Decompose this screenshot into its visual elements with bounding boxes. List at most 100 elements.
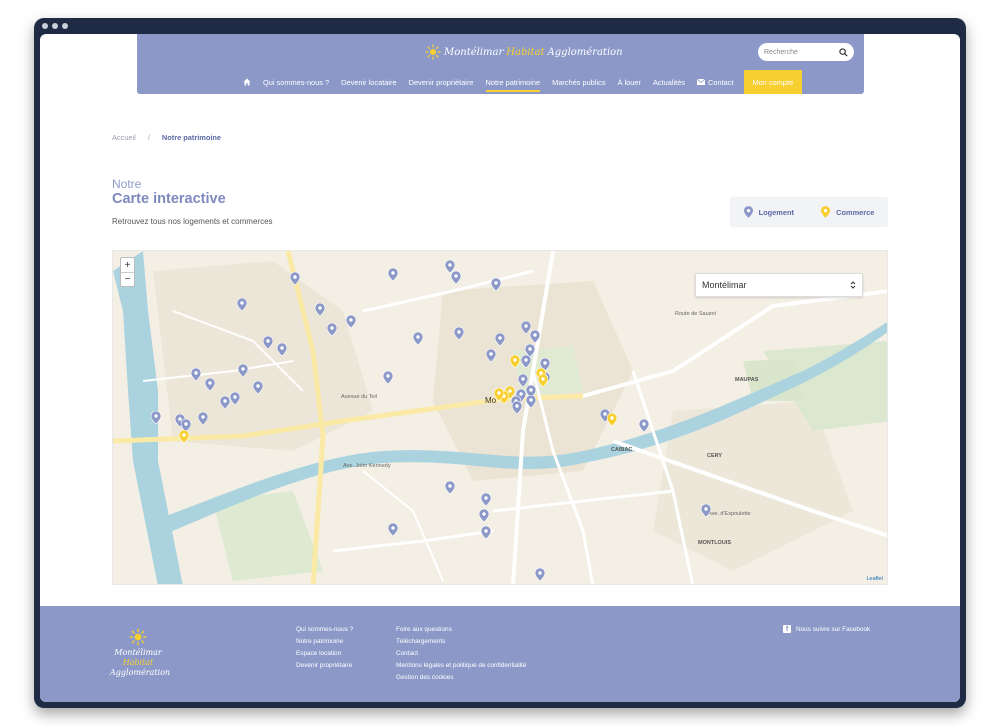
zoom-control: + −: [120, 257, 135, 287]
logement-marker[interactable]: [205, 378, 215, 391]
nav-a-louer[interactable]: À louer: [612, 70, 647, 94]
page-subtitle: Retrouvez tous nos logements et commerce…: [112, 217, 273, 226]
logement-marker[interactable]: [315, 303, 325, 316]
logement-marker[interactable]: [277, 343, 287, 356]
commerce-marker[interactable]: [494, 388, 504, 401]
logement-marker[interactable]: [701, 504, 711, 517]
footer-link-devenir-proprietaire[interactable]: Devenir propriétaire: [296, 662, 353, 670]
logement-marker[interactable]: [495, 333, 505, 346]
logement-marker[interactable]: [486, 349, 496, 362]
facebook-icon: f: [783, 625, 791, 633]
leaflet-attribution[interactable]: Leaflet: [866, 576, 883, 582]
logement-marker[interactable]: [481, 526, 491, 539]
footer-link-faq[interactable]: Foire aux questions: [396, 626, 526, 634]
logement-marker[interactable]: [191, 368, 201, 381]
breadcrumb-current: Notre patrimoine: [161, 133, 222, 142]
logement-marker[interactable]: [491, 278, 501, 291]
window-dot-maximize[interactable]: [62, 23, 68, 29]
main-nav: Qui sommes-nous ? Devenir locataire Deve…: [237, 70, 803, 94]
footer-links-col2: Foire aux questions Téléchargements Cont…: [396, 626, 526, 682]
nav-notre-patrimoine[interactable]: Notre patrimoine: [480, 70, 547, 94]
commerce-marker[interactable]: [607, 413, 617, 426]
map-label-maupas: MAUPAS: [735, 377, 759, 383]
commerce-marker[interactable]: [510, 355, 520, 368]
nav-actualites[interactable]: Actualités: [647, 70, 691, 94]
logement-marker[interactable]: [230, 392, 240, 405]
interactive-map[interactable]: + − Montélimar MAUPAS CABIAC CERY MONTLO…: [112, 250, 888, 585]
nav-marches-publics[interactable]: Marchés publics: [546, 70, 611, 94]
footer-link-notre-patrimoine[interactable]: Notre patrimoine: [296, 638, 353, 646]
logement-marker[interactable]: [445, 481, 455, 494]
logement-marker[interactable]: [451, 271, 461, 284]
page-viewport: Montélimar Habitat Agglomération Recherc…: [40, 34, 960, 702]
logement-marker[interactable]: [263, 336, 273, 349]
logement-marker[interactable]: [238, 364, 248, 377]
logement-marker[interactable]: [327, 323, 337, 336]
logement-marker[interactable]: [639, 419, 649, 432]
footer-logo-line2: Habitat: [122, 658, 154, 667]
logement-marker[interactable]: [413, 332, 423, 345]
nav-contact-label: Contact: [708, 77, 734, 87]
city-select[interactable]: Montélimar: [695, 273, 863, 297]
zoom-in-button[interactable]: +: [121, 258, 134, 272]
logement-marker[interactable]: [346, 315, 356, 328]
browser-frame: Montélimar Habitat Agglomération Recherc…: [34, 18, 966, 708]
logement-marker[interactable]: [290, 272, 300, 285]
map-tiles[interactable]: [113, 251, 888, 585]
logement-marker[interactable]: [512, 401, 522, 414]
breadcrumb-separator: /: [147, 133, 150, 142]
footer-link-telechargements[interactable]: Téléchargements: [396, 638, 526, 646]
sun-logo-icon: [129, 628, 147, 646]
commerce-marker[interactable]: [179, 430, 189, 443]
logement-marker[interactable]: [383, 371, 393, 384]
commerce-marker[interactable]: [538, 374, 548, 387]
logement-marker[interactable]: [220, 396, 230, 409]
footer-link-mentions-legales[interactable]: Mentions légales et politique de confide…: [396, 662, 526, 670]
map-label-cabiac: CABIAC: [611, 447, 633, 453]
page-overline: Notre: [112, 177, 142, 191]
sun-logo-icon: [425, 44, 441, 60]
logement-marker[interactable]: [237, 298, 247, 311]
logement-marker[interactable]: [526, 395, 536, 408]
zoom-out-button[interactable]: −: [121, 272, 134, 286]
footer-link-contact[interactable]: Contact: [396, 650, 526, 658]
breadcrumb: Accueil / Notre patrimoine: [112, 133, 221, 142]
logement-marker[interactable]: [198, 412, 208, 425]
legend-commerce-label: Commerce: [836, 207, 875, 217]
logement-marker[interactable]: [388, 523, 398, 536]
logement-marker[interactable]: [479, 509, 489, 522]
nav-contact[interactable]: Contact: [691, 70, 739, 94]
map-label-montlouis: MONTLOUIS: [698, 540, 731, 546]
footer-link-cookies[interactable]: Gestion des cookies: [396, 674, 526, 682]
facebook-link[interactable]: f Nous suivre sur Facebook: [783, 625, 870, 633]
logo-text-habitat: Habitat: [506, 46, 545, 58]
logement-marker[interactable]: [535, 568, 545, 581]
nav-devenir-locataire[interactable]: Devenir locataire: [335, 70, 402, 94]
nav-qui-sommes-nous[interactable]: Qui sommes-nous ?: [257, 70, 335, 94]
logement-marker[interactable]: [530, 330, 540, 343]
logement-marker[interactable]: [151, 411, 161, 424]
footer-link-espace-location[interactable]: Espace location: [296, 650, 353, 658]
nav-devenir-proprietaire[interactable]: Devenir propriétaire: [403, 70, 480, 94]
search-input[interactable]: Recherche: [764, 49, 839, 56]
window-dot-minimize[interactable]: [52, 23, 58, 29]
logement-marker[interactable]: [521, 355, 531, 368]
breadcrumb-home[interactable]: Accueil: [112, 133, 136, 142]
mail-icon: [697, 79, 706, 85]
footer-logo[interactable]: Montélimar Habitat Agglomération: [110, 628, 170, 678]
logement-marker[interactable]: [253, 381, 263, 394]
logement-marker[interactable]: [388, 268, 398, 281]
nav-home[interactable]: [237, 70, 257, 94]
logo-text-agglomeration: Agglomération: [547, 46, 623, 58]
legend-commerce[interactable]: Commerce: [821, 206, 874, 218]
search-box[interactable]: Recherche: [758, 43, 854, 61]
logement-marker[interactable]: [454, 327, 464, 340]
search-icon[interactable]: [839, 47, 848, 57]
logement-marker[interactable]: [481, 493, 491, 506]
map-label-ave-kennedy: Ave. John Kennedy: [343, 463, 391, 469]
account-button[interactable]: Mon compte: [743, 70, 803, 94]
site-logo[interactable]: Montélimar Habitat Agglomération: [425, 44, 623, 60]
legend-logement[interactable]: Logement: [743, 206, 794, 218]
window-dot-close[interactable]: [42, 23, 48, 29]
footer-link-qui-sommes-nous[interactable]: Qui sommes-nous ?: [296, 626, 353, 634]
